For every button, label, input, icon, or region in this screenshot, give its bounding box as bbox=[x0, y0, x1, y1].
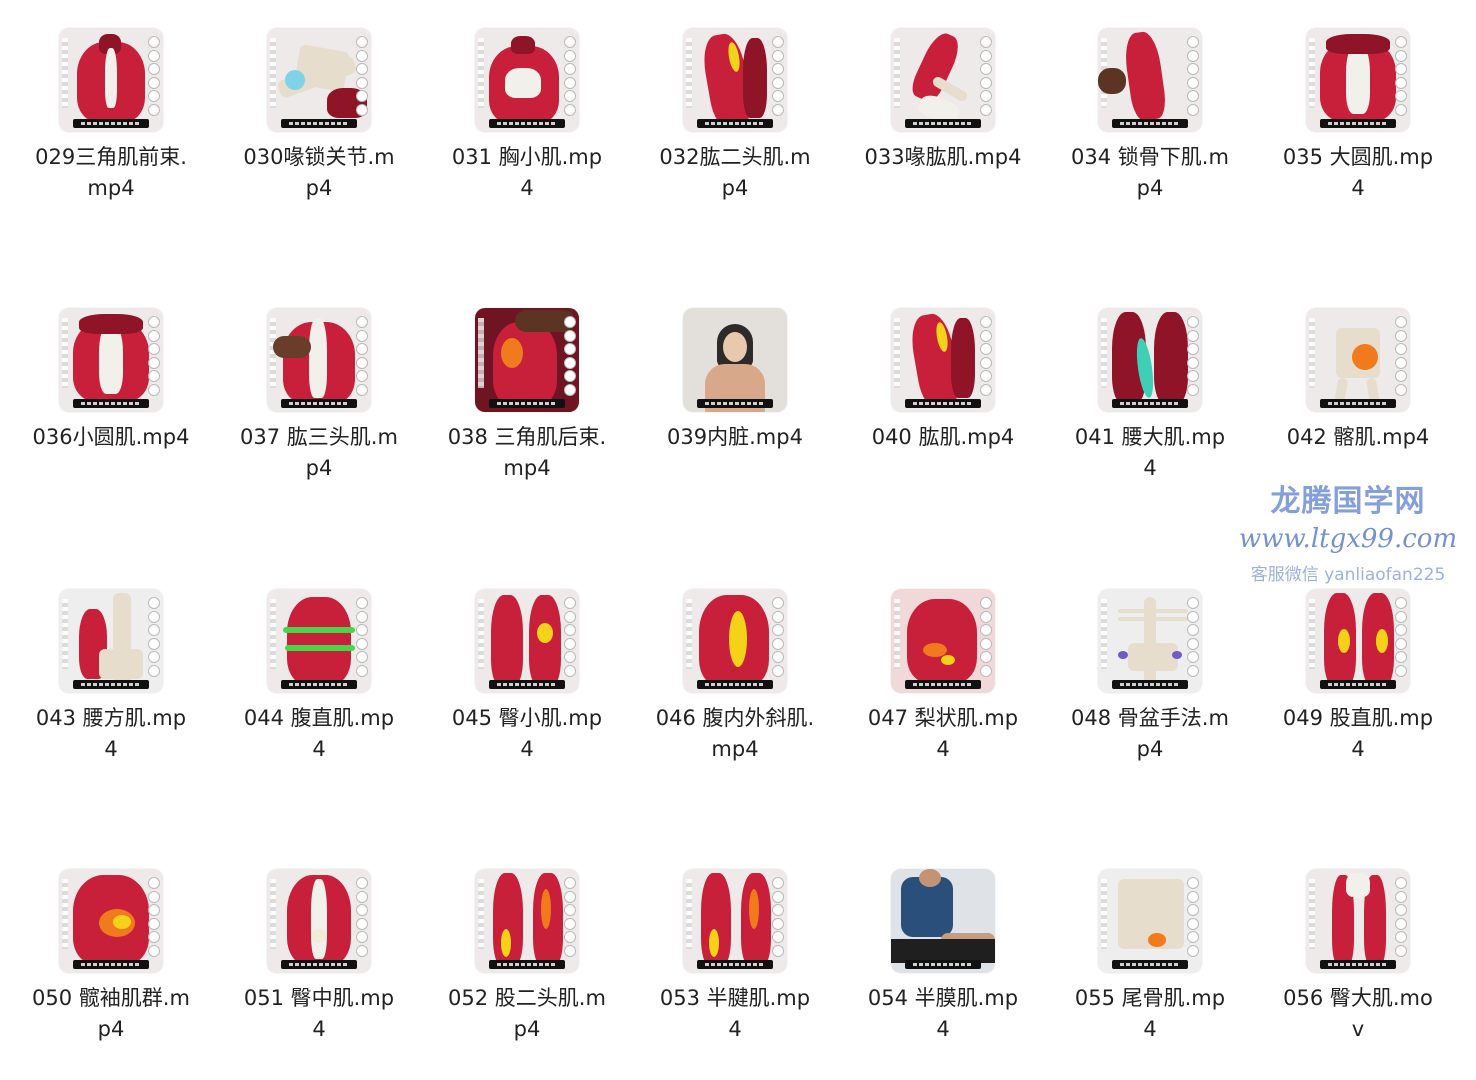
video-thumbnail bbox=[891, 308, 995, 412]
video-file-item[interactable]: 029三角肌前束. mp4 bbox=[11, 28, 211, 204]
video-file-item[interactable]: 045 臀小肌.mp 4 bbox=[427, 589, 627, 765]
video-thumbnail bbox=[683, 869, 787, 973]
video-thumbnail bbox=[683, 308, 787, 412]
video-file-item[interactable]: 035 大圆肌.mp 4 bbox=[1258, 28, 1458, 204]
video-thumbnail bbox=[475, 869, 579, 973]
video-file-item[interactable]: 039内脏.mp4 bbox=[635, 308, 835, 453]
video-thumbnail bbox=[683, 589, 787, 693]
video-file-item[interactable]: 044 腹直肌.mp 4 bbox=[219, 589, 419, 765]
video-thumbnail bbox=[59, 589, 163, 693]
video-file-item[interactable]: 041 腰大肌.mp 4 bbox=[1050, 308, 1250, 484]
video-thumbnail bbox=[59, 28, 163, 132]
video-file-item[interactable]: 055 尾骨肌.mp 4 bbox=[1050, 869, 1250, 1045]
video-thumbnail bbox=[475, 589, 579, 693]
file-name-label: 051 臀中肌.mp 4 bbox=[243, 986, 395, 1041]
video-thumbnail bbox=[267, 589, 371, 693]
file-name-label: 039内脏.mp4 bbox=[667, 425, 803, 449]
video-thumbnail bbox=[59, 308, 163, 412]
file-name-label: 034 锁骨下肌.m p4 bbox=[1071, 145, 1229, 200]
video-file-item[interactable]: 050 髋袖肌群.m p4 bbox=[11, 869, 211, 1045]
file-name-label: 044 腹直肌.mp 4 bbox=[243, 706, 395, 761]
file-name-label: 037 肱三头肌.m p4 bbox=[240, 425, 398, 480]
video-file-item[interactable]: 051 臀中肌.mp 4 bbox=[219, 869, 419, 1045]
video-file-item[interactable]: 043 腰方肌.mp 4 bbox=[11, 589, 211, 765]
file-name-label: 048 骨盆手法.m p4 bbox=[1071, 706, 1229, 761]
file-name-label: 032肱二头肌.m p4 bbox=[659, 145, 811, 200]
video-thumbnail bbox=[683, 28, 787, 132]
file-name-label: 046 腹内外斜肌. mp4 bbox=[655, 706, 815, 761]
video-file-item[interactable]: 042 髂肌.mp4 bbox=[1258, 308, 1458, 453]
video-thumbnail bbox=[267, 28, 371, 132]
file-name-label: 043 腰方肌.mp 4 bbox=[35, 706, 187, 761]
video-file-item[interactable]: 046 腹内外斜肌. mp4 bbox=[635, 589, 835, 765]
file-name-label: 053 半腱肌.mp 4 bbox=[659, 986, 811, 1041]
video-file-item[interactable]: 049 股直肌.mp 4 bbox=[1258, 589, 1458, 765]
video-file-item[interactable]: 053 半腱肌.mp 4 bbox=[635, 869, 835, 1045]
video-file-item[interactable]: 047 梨状肌.mp 4 bbox=[843, 589, 1043, 765]
file-name-label: 055 尾骨肌.mp 4 bbox=[1074, 986, 1226, 1041]
file-name-label: 038 三角肌后束. mp4 bbox=[447, 425, 607, 480]
file-grid: 029三角肌前束. mp4 030喙锁关节.m p4 031 胸小肌.mp 4 032… bbox=[0, 0, 1476, 1080]
video-file-item[interactable]: 052 股二头肌.m p4 bbox=[427, 869, 627, 1045]
file-name-label: 040 肱肌.mp4 bbox=[871, 425, 1015, 449]
file-name-label: 030喙锁关节.m p4 bbox=[243, 145, 395, 200]
video-file-item[interactable]: 040 肱肌.mp4 bbox=[843, 308, 1043, 453]
file-name-label: 031 胸小肌.mp 4 bbox=[451, 145, 603, 200]
video-file-item[interactable]: 031 胸小肌.mp 4 bbox=[427, 28, 627, 204]
file-name-label: 054 半膜肌.mp 4 bbox=[867, 986, 1019, 1041]
video-thumbnail bbox=[475, 28, 579, 132]
file-name-label: 035 大圆肌.mp 4 bbox=[1282, 145, 1434, 200]
file-name-label: 049 股直肌.mp 4 bbox=[1282, 706, 1434, 761]
file-name-label: 052 股二头肌.m p4 bbox=[448, 986, 606, 1041]
file-name-label: 041 腰大肌.mp 4 bbox=[1074, 425, 1226, 480]
video-file-item[interactable]: 037 肱三头肌.m p4 bbox=[219, 308, 419, 484]
file-name-label: 050 髋袖肌群.m p4 bbox=[32, 986, 190, 1041]
file-name-label: 056 臀大肌.mo v bbox=[1283, 986, 1433, 1041]
video-thumbnail bbox=[1098, 869, 1202, 973]
file-name-label: 042 髂肌.mp4 bbox=[1286, 425, 1430, 449]
video-file-item[interactable]: 038 三角肌后束. mp4 bbox=[427, 308, 627, 484]
video-file-item[interactable]: 054 半膜肌.mp 4 bbox=[843, 869, 1043, 1045]
video-file-item[interactable]: 034 锁骨下肌.m p4 bbox=[1050, 28, 1250, 204]
file-name-label: 033喙肱肌.mp4 bbox=[864, 145, 1022, 169]
video-thumbnail bbox=[891, 869, 995, 973]
video-thumbnail bbox=[267, 869, 371, 973]
video-thumbnail bbox=[1306, 308, 1410, 412]
video-thumbnail bbox=[1098, 28, 1202, 132]
video-thumbnail bbox=[1098, 308, 1202, 412]
file-name-label: 029三角肌前束. mp4 bbox=[35, 145, 187, 200]
video-thumbnail bbox=[267, 308, 371, 412]
file-name-label: 045 臀小肌.mp 4 bbox=[451, 706, 603, 761]
file-name-label: 036小圆肌.mp4 bbox=[32, 425, 190, 449]
video-file-item[interactable]: 048 骨盆手法.m p4 bbox=[1050, 589, 1250, 765]
video-thumbnail bbox=[891, 589, 995, 693]
video-thumbnail bbox=[59, 869, 163, 973]
video-file-item[interactable]: 033喙肱肌.mp4 bbox=[843, 28, 1043, 173]
video-file-item[interactable]: 056 臀大肌.mo v bbox=[1258, 869, 1458, 1045]
video-thumbnail bbox=[1098, 589, 1202, 693]
video-file-item[interactable]: 036小圆肌.mp4 bbox=[11, 308, 211, 453]
video-thumbnail bbox=[891, 28, 995, 132]
file-name-label: 047 梨状肌.mp 4 bbox=[867, 706, 1019, 761]
video-thumbnail bbox=[1306, 869, 1410, 973]
video-thumbnail bbox=[1306, 589, 1410, 693]
video-file-item[interactable]: 030喙锁关节.m p4 bbox=[219, 28, 419, 204]
video-thumbnail bbox=[475, 308, 579, 412]
video-file-item[interactable]: 032肱二头肌.m p4 bbox=[635, 28, 835, 204]
video-thumbnail bbox=[1306, 28, 1410, 132]
